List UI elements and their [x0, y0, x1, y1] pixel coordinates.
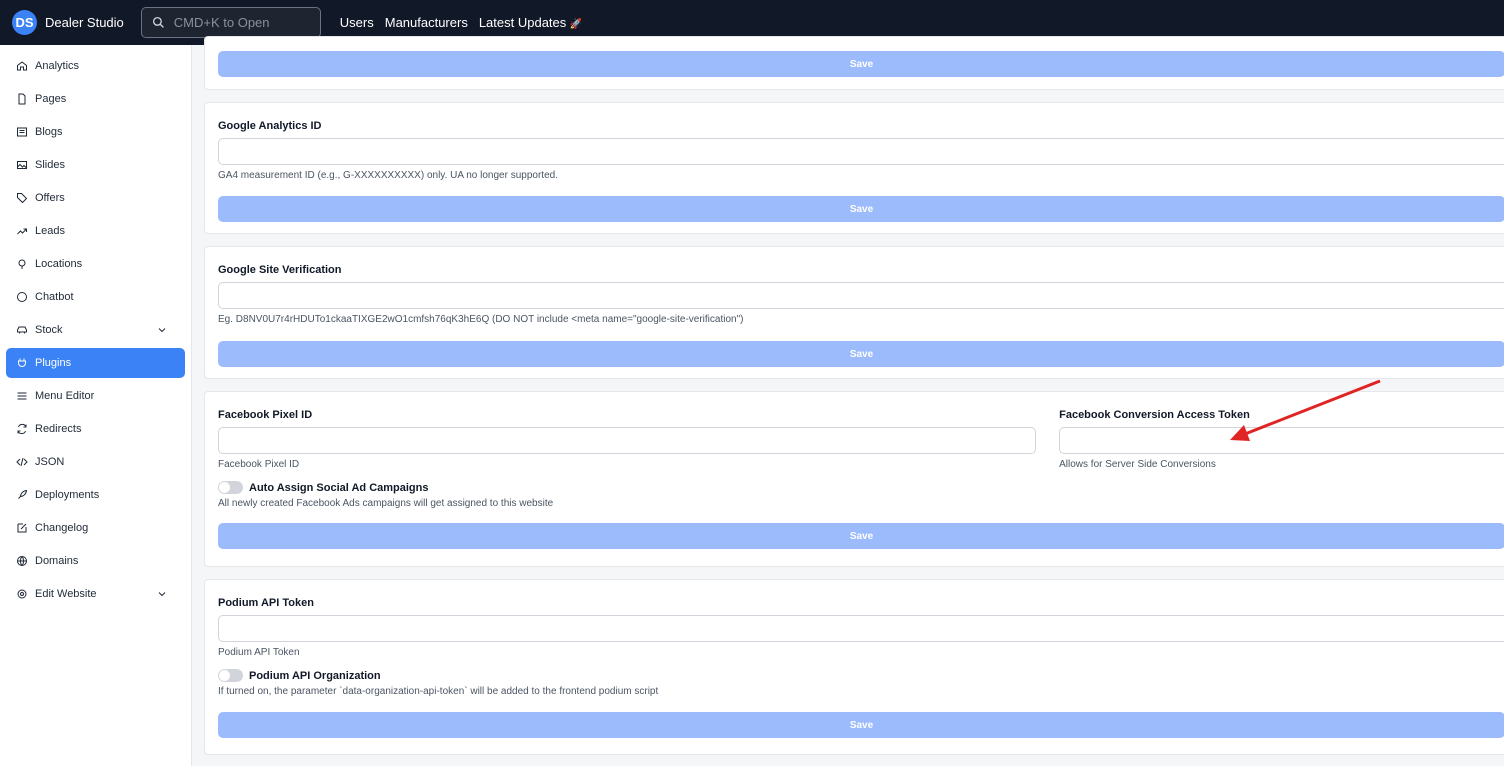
- annotation-arrow: [1230, 379, 1381, 441]
